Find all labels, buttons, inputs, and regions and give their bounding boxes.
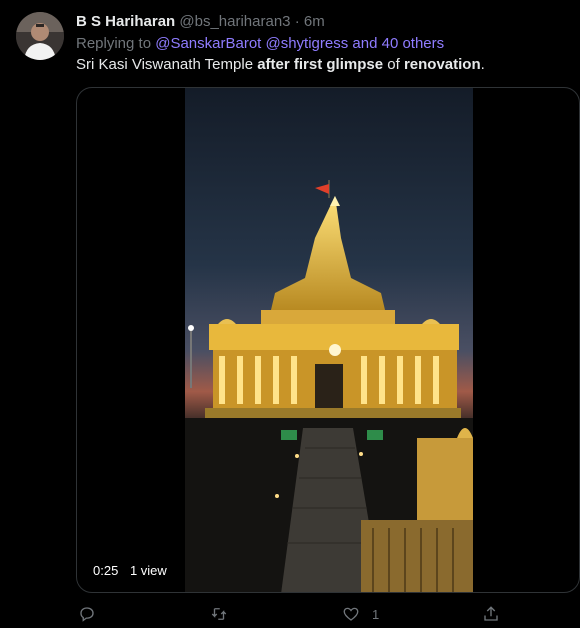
tweet-text-bold: after first glimpse: [257, 56, 384, 73]
author-name[interactable]: B S Hariharan: [76, 13, 175, 30]
tweet-text-bold: renovation: [403, 56, 481, 73]
video-views: 1 view: [129, 563, 167, 578]
tweet[interactable]: B S Hariharan @bs_hariharan3 · 6m Replyi…: [0, 0, 580, 628]
tweet-header: B S Hariharan @bs_hariharan3 · 6m: [76, 12, 325, 32]
separator: ·: [294, 13, 300, 30]
avatar-photo: [16, 12, 64, 60]
reply-button[interactable]: [78, 602, 96, 626]
retweet-button[interactable]: [210, 602, 228, 626]
replying-to-users[interactable]: @SanskarBarot @shytigress and 40 others: [155, 35, 444, 52]
reply-icon: [80, 607, 94, 622]
tweet-actions: 1: [76, 602, 580, 626]
share-button[interactable]: [482, 602, 500, 626]
heart-icon: [343, 607, 359, 621]
avatar[interactable]: [16, 12, 64, 60]
replying-to-label: Replying to: [76, 35, 152, 52]
like-button[interactable]: 1: [342, 602, 379, 626]
temple-video-image: [185, 88, 473, 592]
retweet-icon: [211, 608, 227, 620]
tweet-text-part: .: [480, 56, 485, 73]
video-meta: 0:25 1 view: [93, 563, 175, 578]
author-handle[interactable]: @bs_hariharan3: [179, 13, 290, 30]
video-player[interactable]: 0:25 1 view: [76, 87, 580, 593]
timestamp[interactable]: 6m: [304, 13, 325, 30]
tweet-text-part: of: [383, 56, 404, 73]
replying-to: Replying to @SanskarBarot @shytigress an…: [76, 34, 444, 54]
video-duration: 0:25: [93, 563, 119, 578]
tweet-text-part: Sri Kasi Viswanath Temple: [76, 56, 258, 73]
share-icon: [484, 606, 498, 621]
tweet-text: Sri Kasi Viswanath Temple after first gl…: [76, 55, 485, 75]
video-frame[interactable]: [185, 88, 473, 592]
like-count: 1: [372, 606, 380, 622]
